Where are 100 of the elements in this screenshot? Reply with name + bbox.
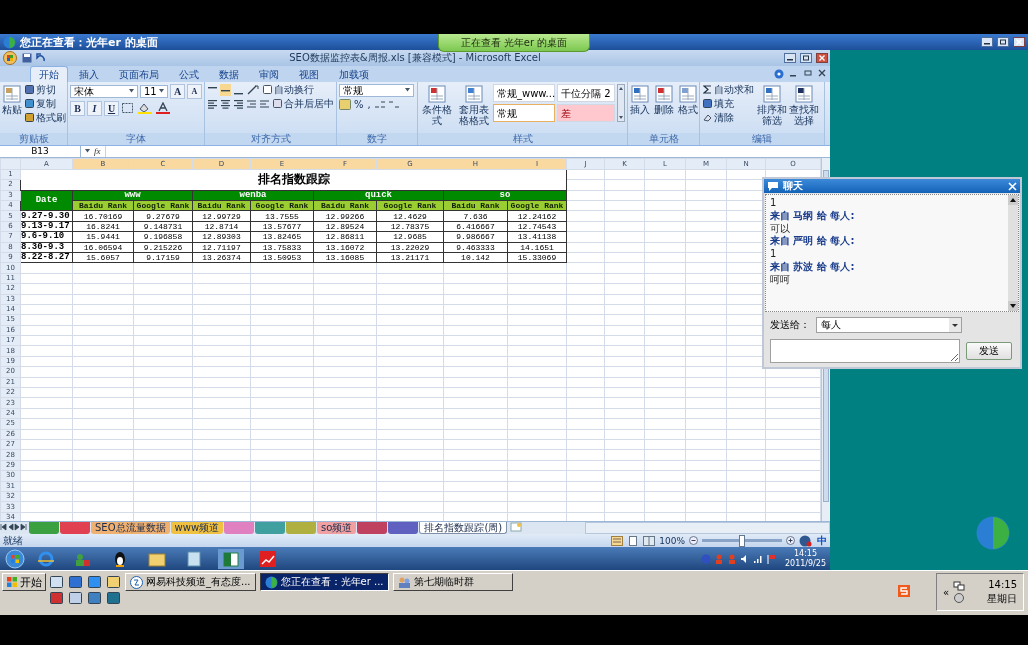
caret-icon[interactable]: [405, 88, 410, 93]
cell-style[interactable]: 常规: [493, 103, 555, 122]
fill-color-icon[interactable]: [137, 102, 153, 115]
ribbon-button[interactable]: 格式刷: [24, 111, 67, 124]
align-center-icon[interactable]: [220, 97, 231, 110]
ribbon-button[interactable]: 复制: [24, 97, 67, 110]
number-format-dropdown[interactable]: 常规: [339, 83, 414, 97]
minimize-icon[interactable]: [981, 37, 993, 47]
wrap-text-button[interactable]: 自动换行: [262, 83, 315, 96]
sheet-tab[interactable]: [357, 522, 388, 535]
grow-font-button[interactable]: A: [170, 83, 185, 99]
page-break-icon[interactable]: [643, 535, 656, 546]
signal-bars-icon[interactable]: [752, 553, 763, 564]
ribbon-button[interactable]: 自动求和: [702, 83, 755, 96]
ribbon-tab[interactable]: 页面布局: [110, 65, 168, 82]
restore-icon[interactable]: [997, 37, 1009, 47]
italic-button[interactable]: I: [87, 100, 102, 116]
vertical-scrollbar[interactable]: [1008, 195, 1018, 311]
show-hidden-icons-button[interactable]: «: [942, 586, 949, 598]
ribbon-button[interactable]: 查找和选择: [789, 83, 819, 126]
borders-icon[interactable]: [121, 102, 135, 115]
message-input[interactable]: [770, 339, 960, 363]
ribbon-tab[interactable]: 视图: [290, 65, 328, 82]
input-method-icon[interactable]: [897, 585, 910, 597]
ribbon-button[interactable]: 粘贴: [2, 83, 22, 115]
taskbar-button[interactable]: 您正在查看：光年er ...: [259, 573, 389, 591]
ribbon-button[interactable]: 套用表格格式: [456, 83, 491, 126]
font-size-dropdown[interactable]: 11: [140, 84, 168, 98]
ribbon-tab[interactable]: 审阅: [250, 65, 288, 82]
cell-style[interactable]: 差: [557, 103, 615, 122]
page-layout-icon[interactable]: [627, 535, 640, 546]
clock-day[interactable]: 星期日: [987, 592, 1017, 606]
globe-icon[interactable]: [3, 35, 16, 49]
normal-view-icon[interactable]: [611, 535, 624, 546]
font-dropdown[interactable]: 宋体: [70, 84, 138, 98]
sheet-tab[interactable]: www频道: [170, 522, 224, 535]
align-middle-icon[interactable]: [220, 83, 231, 96]
recipient-dropdown[interactable]: 每人: [816, 317, 962, 333]
caret-icon[interactable]: [159, 89, 164, 94]
scroll-up-icon[interactable]: [1008, 195, 1018, 205]
gallery-scroll-icon[interactable]: [617, 83, 625, 122]
close-icon[interactable]: [818, 68, 826, 77]
sheet-tab[interactable]: [388, 522, 419, 535]
caret-icon[interactable]: [129, 89, 134, 94]
ribbon-tab[interactable]: 公式: [170, 65, 208, 82]
shrink-font-button[interactable]: A: [187, 83, 202, 99]
sheet-tab[interactable]: 排名指数跟踪(周): [419, 522, 508, 535]
bold-button[interactable]: B: [70, 100, 85, 116]
ribbon-button[interactable]: 删除: [654, 83, 674, 115]
caret-icon[interactable]: [85, 149, 90, 154]
sheet-navigation-arrows-icon[interactable]: [0, 522, 28, 533]
number-format-button[interactable]: %: [353, 98, 365, 111]
spreadsheet-icon[interactable]: [218, 548, 244, 569]
close-icon[interactable]: [1013, 37, 1025, 47]
flag-icon[interactable]: [765, 553, 776, 564]
input-mode-indicator[interactable]: 中: [817, 533, 827, 548]
office-button-icon[interactable]: [2, 50, 18, 65]
save-icon[interactable]: [22, 52, 32, 63]
cell-style[interactable]: 常规_www...: [493, 83, 555, 102]
sheet-tab[interactable]: SEO总流量数据: [91, 522, 170, 535]
start-button[interactable]: 开始: [2, 573, 46, 591]
font-color-icon[interactable]: [155, 102, 171, 115]
ribbon-button[interactable]: 条件格式: [420, 83, 455, 126]
restore-icon[interactable]: [800, 52, 812, 63]
align-left-icon[interactable]: [207, 97, 218, 110]
minimize-icon[interactable]: [784, 52, 796, 63]
name-box[interactable]: B13: [0, 145, 81, 157]
send-button[interactable]: 发送: [966, 342, 1012, 360]
start-orb-icon[interactable]: [4, 548, 26, 569]
ribbon-button[interactable]: 剪切: [24, 83, 67, 96]
input-method-icon[interactable]: [799, 534, 813, 547]
sheet-tab[interactable]: [60, 522, 90, 535]
underline-button[interactable]: U: [104, 100, 119, 116]
taskbar-button[interactable]: 第七期临时群: [392, 573, 513, 591]
ribbon-button[interactable]: 清除: [702, 111, 755, 124]
close-icon[interactable]: [816, 52, 828, 63]
ribbon-tab[interactable]: 插入: [70, 65, 108, 82]
text-angle-icon[interactable]: [246, 83, 260, 96]
zoom-level[interactable]: 100%: [659, 535, 685, 546]
ribbon-button[interactable]: 格式: [678, 83, 698, 115]
ribbon-button[interactable]: 排序和筛选: [757, 83, 787, 126]
ribbon-button[interactable]: 填充: [702, 97, 755, 110]
cell-style[interactable]: 千位分隔 2: [557, 83, 615, 102]
sheet-tab[interactable]: [255, 522, 286, 535]
scroll-down-icon[interactable]: [1008, 301, 1018, 311]
ribbon-button[interactable]: 插入: [630, 83, 650, 115]
clock-time[interactable]: 14:15: [793, 548, 817, 559]
taskbar-button[interactable]: 网易科技频道_有态度...: [125, 573, 256, 591]
undo-icon[interactable]: [36, 52, 46, 63]
merge-center-button[interactable]: 合并后居中: [272, 97, 335, 110]
number-format-button[interactable]: ,: [366, 98, 372, 111]
insert-function-button[interactable]: fx: [94, 146, 101, 157]
clock-date[interactable]: 2011/9/25: [784, 558, 826, 569]
ribbon-tab[interactable]: 加载项: [330, 65, 378, 82]
align-right-icon[interactable]: [233, 97, 244, 110]
ribbon-tab[interactable]: 数据: [210, 65, 248, 82]
horizontal-scrollbar[interactable]: [585, 522, 830, 535]
zoom-out-icon[interactable]: [689, 536, 698, 546]
sheet-tab[interactable]: so频道: [317, 522, 357, 535]
zoom-in-icon[interactable]: [786, 536, 795, 546]
